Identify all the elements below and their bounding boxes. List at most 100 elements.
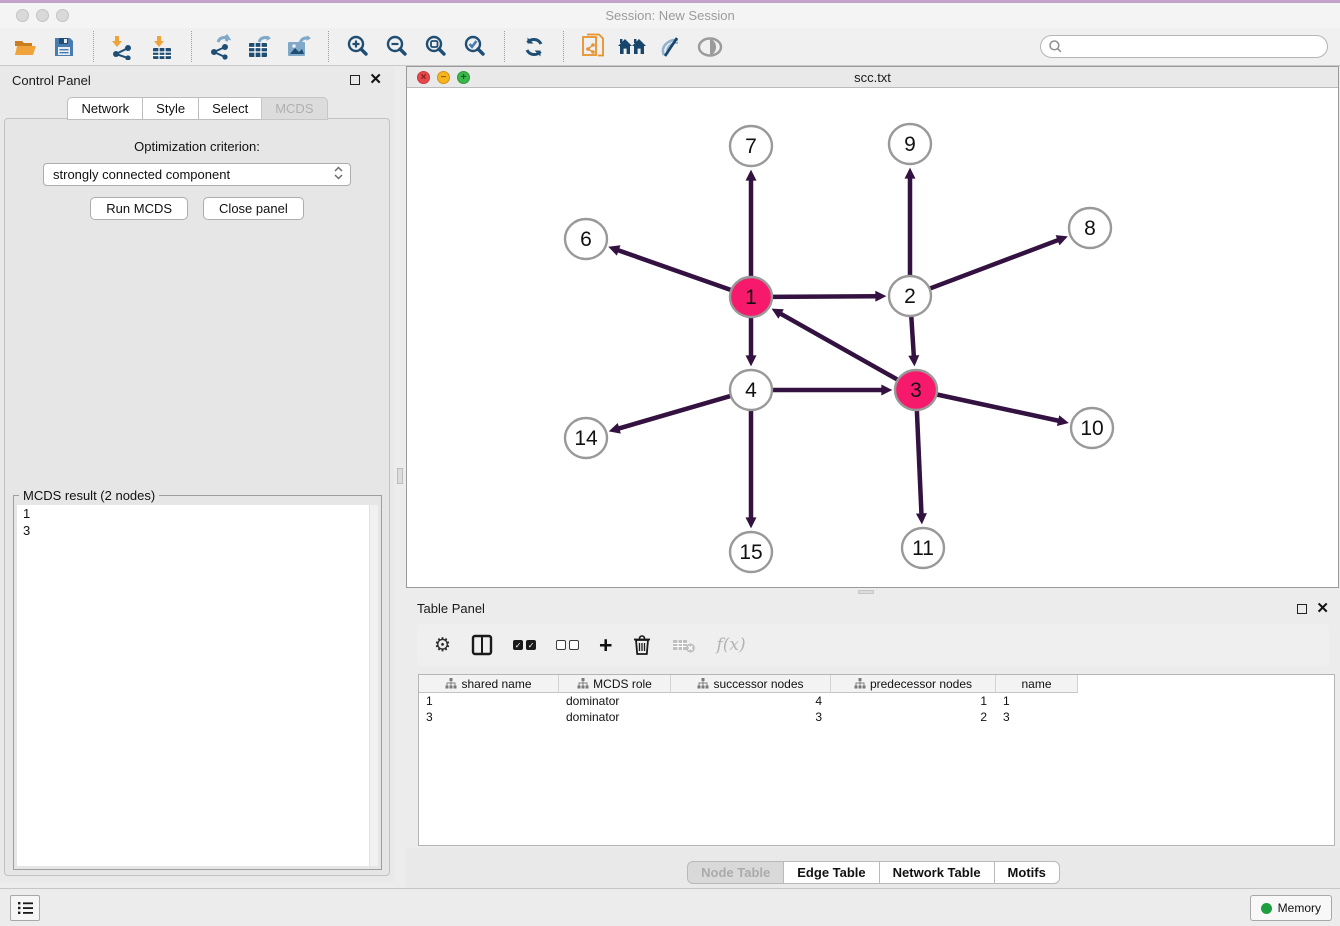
column-header-shared-name[interactable]: shared name [419,675,559,693]
add-column-icon[interactable]: + [599,632,612,658]
search-box[interactable] [1040,35,1328,58]
zoom-selected-icon[interactable] [460,33,490,61]
cell-predecessor-nodes[interactable]: 2 [831,709,996,725]
column-header-mcds-role[interactable]: MCDS role [559,675,671,693]
edge-1-6[interactable] [617,250,733,291]
node-2[interactable]: 2 [889,276,931,316]
float-panel-icon[interactable] [1297,604,1307,614]
zoom-out-icon[interactable] [382,33,412,61]
node-14[interactable]: 14 [565,418,607,458]
minimize-window-button[interactable] [36,9,49,22]
result-scrollbar[interactable] [369,505,378,866]
tab-node-table[interactable]: Node Table [687,861,784,884]
zoom-in-icon[interactable] [343,33,373,61]
close-frame-icon[interactable]: × [417,71,430,84]
network-canvas[interactable]: 7 9 6 8 1 2 4 3 14 10 15 11 [407,88,1338,587]
show-columns-icon[interactable] [471,632,493,658]
column-header-successor-nodes[interactable]: successor nodes [671,675,831,693]
node-1[interactable]: 1 [730,277,772,317]
save-icon[interactable] [49,33,79,61]
export-table-icon[interactable] [245,33,275,61]
node-4[interactable]: 4 [730,370,772,410]
close-panel-button[interactable]: Close panel [203,197,304,220]
edge-3-10[interactable] [935,394,1060,421]
table-row[interactable]: 3dominator323 [419,709,1334,725]
node-3[interactable]: 3 [895,370,937,410]
edge-2-3[interactable] [911,315,914,357]
cell-shared-name[interactable]: 3 [419,709,559,725]
node-11[interactable]: 11 [902,528,944,568]
tab-mcds[interactable]: MCDS [261,97,327,120]
run-mcds-button[interactable]: Run MCDS [90,197,188,220]
export-image-icon[interactable] [284,33,314,61]
show-details-icon[interactable] [695,33,725,61]
tab-motifs[interactable]: Motifs [994,861,1060,884]
cell-mcds-role[interactable]: dominator [559,709,671,725]
cell-shared-name[interactable]: 1 [419,693,559,709]
zoom-fit-icon[interactable] [421,33,451,61]
control-panel: Control Panel ✕ NetworkStyleSelectMCDS O… [0,66,394,882]
function-builder-icon-disabled: f(x) [716,632,745,658]
task-history-button[interactable] [10,895,40,921]
close-window-button[interactable] [16,9,29,22]
hierarchy-icon [577,678,589,689]
edge-4-14[interactable] [618,395,733,429]
node-6[interactable]: 6 [565,219,607,259]
tab-edge-table[interactable]: Edge Table [783,861,879,884]
criterion-dropdown[interactable]: strongly connected component [43,163,351,186]
splitter-handle[interactable] [397,468,403,484]
mcds-result-text[interactable]: 13 [17,505,378,866]
tab-network-table[interactable]: Network Table [879,861,995,884]
refresh-icon[interactable] [519,33,549,61]
search-input[interactable] [1063,38,1327,56]
table-settings-icon[interactable]: ⚙ [434,632,451,658]
close-panel-icon[interactable]: ✕ [369,75,382,85]
node-7[interactable]: 7 [730,126,772,166]
cell-name[interactable]: 1 [996,693,1078,709]
cell-successor-nodes[interactable]: 4 [671,693,831,709]
deselect-all-columns-icon[interactable] [556,632,579,658]
node-8[interactable]: 8 [1069,208,1111,248]
tab-network[interactable]: Network [67,97,143,120]
select-all-columns-icon[interactable]: ✓✓ [513,632,536,658]
home-icon[interactable] [617,33,647,61]
node-9[interactable]: 9 [889,124,931,164]
edge-2-8[interactable] [928,240,1059,290]
network-from-file-icon[interactable] [578,33,608,61]
network-graph[interactable]: 7 9 6 8 1 2 4 3 14 10 15 11 [407,88,1338,587]
cell-mcds-role[interactable]: dominator [559,693,671,709]
tab-style[interactable]: Style [142,97,199,120]
export-network-icon[interactable] [206,33,236,61]
node-10[interactable]: 10 [1071,408,1113,448]
vertical-splitter[interactable] [394,66,406,882]
splitter-handle[interactable] [858,590,874,594]
import-table-icon[interactable] [147,33,177,61]
network-window-titlebar[interactable]: × − + scc.txt [407,67,1338,88]
edge-1-2[interactable] [770,296,877,297]
column-header-name[interactable]: name [996,675,1078,693]
minimize-frame-icon[interactable]: − [437,71,450,84]
memory-button[interactable]: Memory [1250,895,1332,921]
column-header-predecessor-nodes[interactable]: predecessor nodes [831,675,996,693]
zoom-window-button[interactable] [56,9,69,22]
import-network-icon[interactable] [108,33,138,61]
node-15[interactable]: 15 [730,532,772,572]
svg-text:11: 11 [912,537,934,560]
search-icon [1048,39,1063,54]
delete-column-icon[interactable] [632,632,652,658]
open-folder-icon[interactable] [10,33,40,61]
close-panel-icon[interactable]: ✕ [1316,604,1329,614]
network-window: × − + scc.txt 7 9 6 8 1 2 4 3 14 10 15 11 [406,66,1339,588]
cell-successor-nodes[interactable]: 3 [671,709,831,725]
edge-3-1[interactable] [780,313,900,381]
cell-predecessor-nodes[interactable]: 1 [831,693,996,709]
hide-details-icon[interactable] [656,33,686,61]
table-row[interactable]: 1dominator411 [419,693,1334,709]
horizontal-splitter[interactable] [406,588,1340,596]
cell-name[interactable]: 3 [996,709,1078,725]
tab-select[interactable]: Select [198,97,262,120]
node-table[interactable]: shared nameMCDS rolesuccessor nodesprede… [418,674,1335,846]
float-panel-icon[interactable] [350,75,360,85]
edge-3-11[interactable] [917,409,922,515]
maximize-frame-icon[interactable]: + [457,71,470,84]
